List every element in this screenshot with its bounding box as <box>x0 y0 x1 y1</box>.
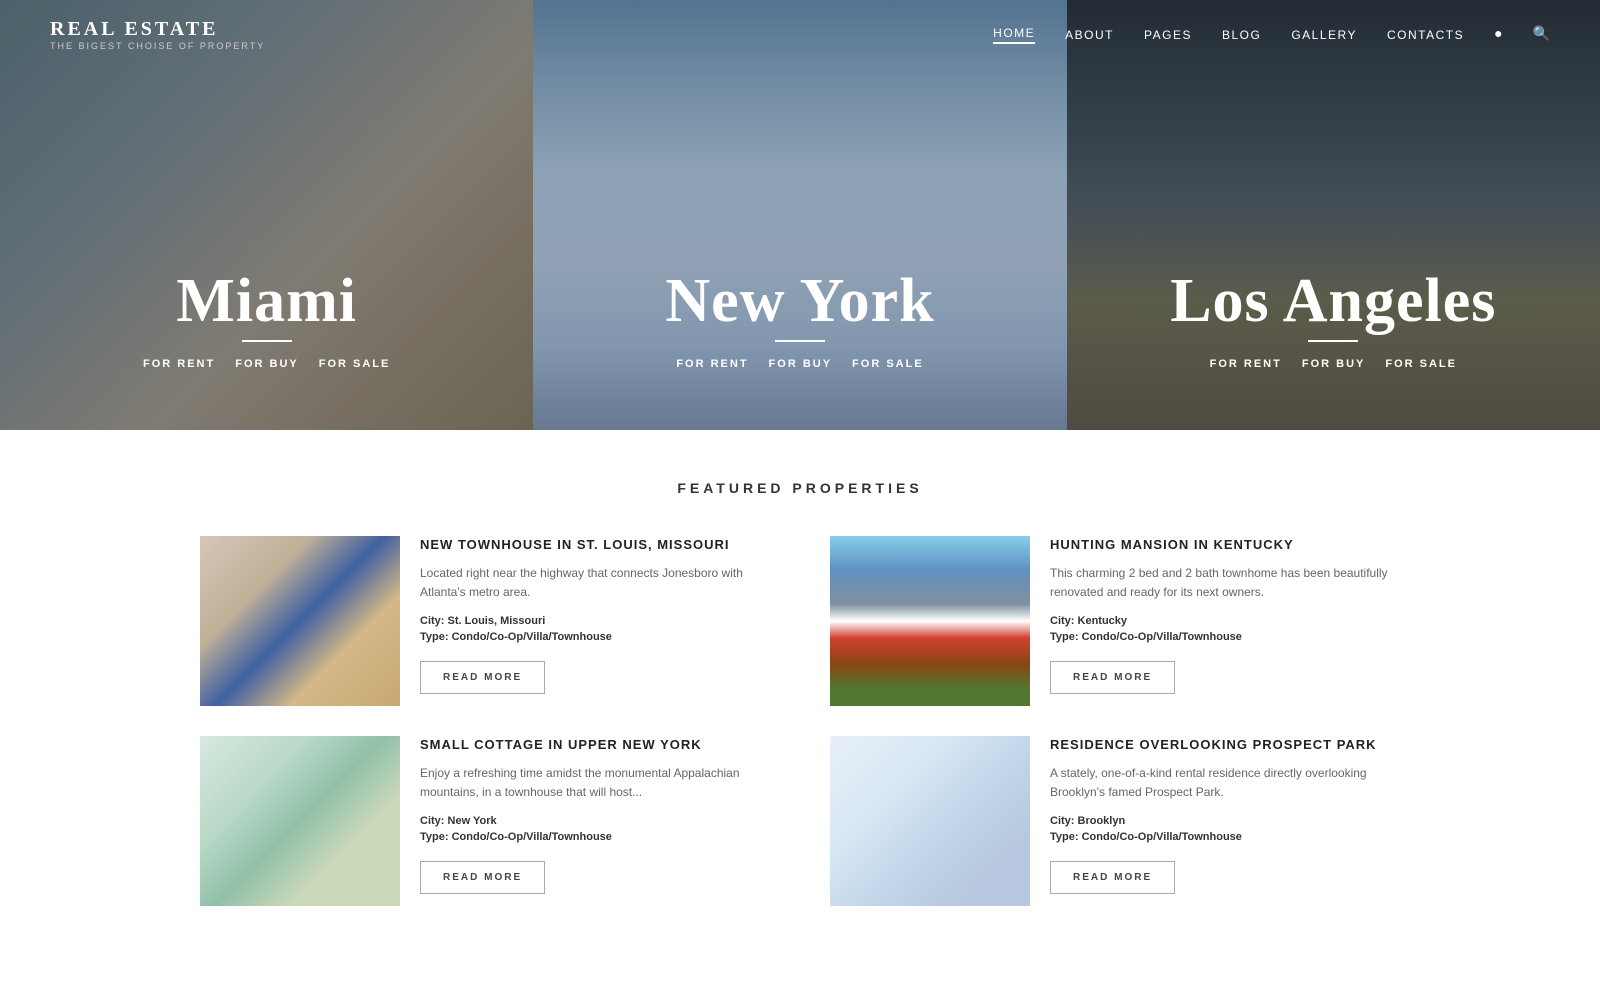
newyork-content: New York FOR RENT FOR BUY FOR SALE <box>665 270 934 370</box>
miami-content: Miami FOR RENT FOR BUY FOR SALE <box>143 270 390 370</box>
featured-title: FEATURED PROPERTIES <box>200 480 1400 496</box>
miami-divider <box>242 340 292 342</box>
featured-section: FEATURED PROPERTIES NEW TOWNHOUSE IN ST.… <box>0 430 1600 956</box>
prop-desc-3: Enjoy a refreshing time amidst the monum… <box>420 764 770 802</box>
nav-blog[interactable]: BLOG <box>1222 28 1261 42</box>
prop-desc-4: A stately, one-of-a-kind rental residenc… <box>1050 764 1400 802</box>
property-card-3: SMALL COTTAGE IN UPPER NEW YORK Enjoy a … <box>200 736 770 906</box>
prop-type-4: Type: Condo/Co-Op/Villa/Townhouse <box>1050 831 1400 843</box>
prop-title-4: RESIDENCE OVERLOOKING PROSPECT PARK <box>1050 736 1400 754</box>
property-image-2 <box>830 536 1030 706</box>
la-for-rent[interactable]: FOR RENT <box>1210 358 1282 370</box>
prop-type-1: Type: Condo/Co-Op/Villa/Townhouse <box>420 631 770 643</box>
hero-section: REAL ESTATE THE BIGEST CHOISE OF PROPERT… <box>0 0 1600 430</box>
newyork-divider <box>775 340 825 342</box>
nav-home[interactable]: HOME <box>993 26 1035 44</box>
logo-title: REAL ESTATE <box>50 18 265 41</box>
la-for-sale[interactable]: FOR SALE <box>1385 358 1457 370</box>
miami-for-rent[interactable]: FOR RENT <box>143 358 215 370</box>
newyork-for-sale[interactable]: FOR SALE <box>852 358 924 370</box>
property-card-1: NEW TOWNHOUSE IN ST. LOUIS, MISSOURI Loc… <box>200 536 770 706</box>
nav-pages[interactable]: PAGES <box>1144 28 1192 42</box>
miami-city-name: Miami <box>143 270 390 332</box>
read-more-button-3[interactable]: READ MORE <box>420 861 545 894</box>
la-divider <box>1308 340 1358 342</box>
prop-city-3: City: New York <box>420 815 770 827</box>
property-info-4: RESIDENCE OVERLOOKING PROSPECT PARK A st… <box>1050 736 1400 906</box>
miami-for-sale[interactable]: FOR SALE <box>319 358 391 370</box>
main-nav: HOME ABOUT PAGES BLOG GALLERY CONTACTS ●… <box>993 26 1550 44</box>
la-for-buy[interactable]: FOR BUY <box>1302 358 1366 370</box>
prop-desc-1: Located right near the highway that conn… <box>420 564 770 602</box>
prop-city-4: City: Brooklyn <box>1050 815 1400 827</box>
la-content: Los Angeles FOR RENT FOR BUY FOR SALE <box>1170 270 1496 370</box>
property-image-4 <box>830 736 1030 906</box>
prop-title-1: NEW TOWNHOUSE IN ST. LOUIS, MISSOURI <box>420 536 770 554</box>
la-links: FOR RENT FOR BUY FOR SALE <box>1170 358 1496 370</box>
property-info-1: NEW TOWNHOUSE IN ST. LOUIS, MISSOURI Loc… <box>420 536 770 706</box>
read-more-button-1[interactable]: READ MORE <box>420 661 545 694</box>
search-icon[interactable]: 🔍 <box>1533 26 1550 43</box>
prop-type-2: Type: Condo/Co-Op/Villa/Townhouse <box>1050 631 1400 643</box>
prop-desc-2: This charming 2 bed and 2 bath townhome … <box>1050 564 1400 602</box>
properties-grid: NEW TOWNHOUSE IN ST. LOUIS, MISSOURI Loc… <box>200 536 1400 906</box>
user-icon[interactable]: ● <box>1494 27 1502 43</box>
prop-type-3: Type: Condo/Co-Op/Villa/Townhouse <box>420 831 770 843</box>
property-image-1 <box>200 536 400 706</box>
logo: REAL ESTATE THE BIGEST CHOISE OF PROPERT… <box>50 18 265 51</box>
site-header: REAL ESTATE THE BIGEST CHOISE OF PROPERT… <box>0 0 1600 69</box>
prop-title-3: SMALL COTTAGE IN UPPER NEW YORK <box>420 736 770 754</box>
logo-subtitle: THE BIGEST CHOISE OF PROPERTY <box>50 41 265 51</box>
miami-for-buy[interactable]: FOR BUY <box>235 358 299 370</box>
property-card-4: RESIDENCE OVERLOOKING PROSPECT PARK A st… <box>830 736 1400 906</box>
property-image-3 <box>200 736 400 906</box>
prop-city-1: City: St. Louis, Missouri <box>420 615 770 627</box>
nav-about[interactable]: ABOUT <box>1065 28 1114 42</box>
prop-title-2: HUNTING MANSION IN KENTUCKY <box>1050 536 1400 554</box>
property-info-3: SMALL COTTAGE IN UPPER NEW YORK Enjoy a … <box>420 736 770 906</box>
newyork-for-rent[interactable]: FOR RENT <box>676 358 748 370</box>
newyork-for-buy[interactable]: FOR BUY <box>769 358 833 370</box>
nav-contacts[interactable]: CONTACTS <box>1387 28 1464 42</box>
newyork-city-name: New York <box>665 270 934 332</box>
property-card-2: HUNTING MANSION IN KENTUCKY This charmin… <box>830 536 1400 706</box>
read-more-button-2[interactable]: READ MORE <box>1050 661 1175 694</box>
read-more-button-4[interactable]: READ MORE <box>1050 861 1175 894</box>
miami-links: FOR RENT FOR BUY FOR SALE <box>143 358 390 370</box>
prop-city-2: City: Kentucky <box>1050 615 1400 627</box>
la-city-name: Los Angeles <box>1170 270 1496 332</box>
newyork-links: FOR RENT FOR BUY FOR SALE <box>665 358 934 370</box>
property-info-2: HUNTING MANSION IN KENTUCKY This charmin… <box>1050 536 1400 706</box>
nav-gallery[interactable]: GALLERY <box>1291 28 1357 42</box>
